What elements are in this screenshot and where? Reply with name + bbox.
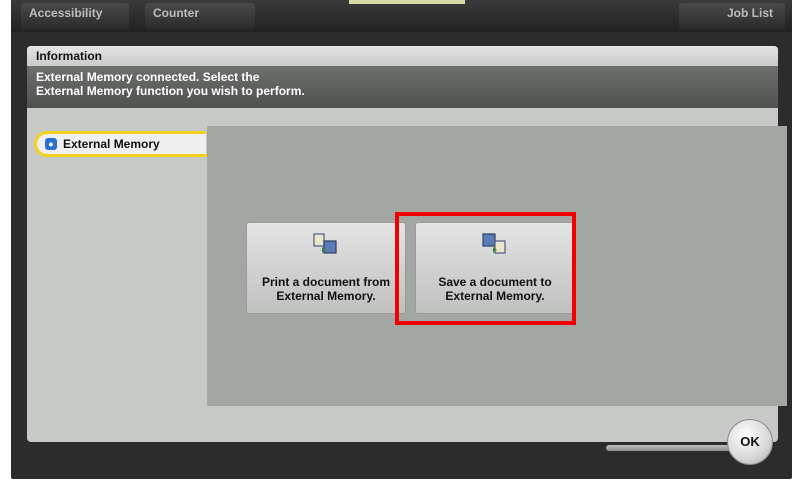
tab-external-memory[interactable]: ● External Memory	[34, 131, 206, 157]
top-bar: Accessibility Counter Job List	[11, 0, 792, 32]
print-from-external-memory-button[interactable]: Print a document from External Memory.	[246, 222, 406, 314]
information-message-line2: External Memory function you wish to per…	[36, 84, 305, 98]
usb-memory-icon: ●	[45, 138, 57, 150]
function-content-area: Print a document from External Memory. S…	[207, 126, 787, 406]
information-message: External Memory connected. Select the Ex…	[27, 66, 778, 108]
print-document-icon	[313, 233, 337, 254]
save-to-external-memory-label: Save a document to External Memory.	[416, 275, 574, 303]
accessibility-button[interactable]: Accessibility	[21, 3, 129, 29]
save-to-external-memory-button[interactable]: Save a document to External Memory.	[415, 222, 575, 314]
information-message-line1: External Memory connected. Select the	[36, 70, 260, 84]
counter-button[interactable]: Counter	[145, 3, 255, 29]
device-screen: Accessibility Counter Job List Informati…	[11, 0, 792, 479]
information-panel: Information External Memory connected. S…	[27, 46, 787, 442]
save-document-icon	[482, 233, 506, 254]
ok-button[interactable]: OK	[727, 419, 773, 465]
top-accent-line	[349, 0, 465, 4]
print-label-line2: External Memory.	[276, 289, 376, 303]
tab-external-memory-label: External Memory	[63, 137, 160, 151]
information-title: Information	[27, 46, 778, 66]
save-label-line1: Save a document to	[438, 275, 552, 289]
job-list-button[interactable]: Job List	[679, 3, 785, 29]
print-from-external-memory-label: Print a document from External Memory.	[247, 275, 405, 303]
save-label-line2: External Memory.	[445, 289, 545, 303]
print-label-line1: Print a document from	[261, 275, 390, 289]
